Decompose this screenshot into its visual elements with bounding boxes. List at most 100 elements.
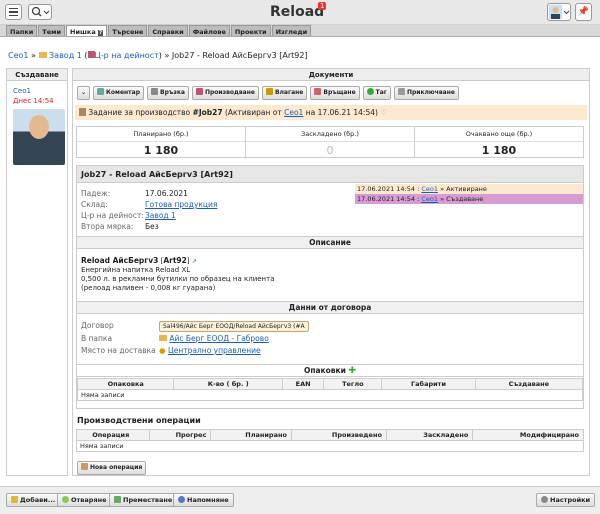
column-header: Тегло <box>323 378 383 390</box>
star-icon <box>11 496 18 503</box>
creator-panel: Създаване Ceo1 Днес 14:54 <box>6 68 68 476</box>
app-title: Reload <box>270 4 325 20</box>
contract-row: Договор Sal496/Айс Берг ЕООД/Reload АйсБе… <box>81 320 309 332</box>
breadcrumb-paren: ) <box>158 51 162 60</box>
contract-header: Данни от договора <box>77 301 583 314</box>
consume-icon <box>265 88 273 95</box>
user-menu-button[interactable] <box>547 3 571 21</box>
reminder-button[interactable]: Напомняне <box>173 493 234 507</box>
tab-projects[interactable]: Проекти <box>230 25 271 36</box>
tab-folders[interactable]: Папки <box>6 25 38 36</box>
task-icon <box>79 108 86 116</box>
toolbar-dropdown-button[interactable]: ⌄ <box>77 86 91 100</box>
contract-row: Място на доставка ● Централно управление <box>81 345 261 357</box>
prop-center-link[interactable]: Завод 1 <box>145 211 176 220</box>
notification-badge[interactable]: 1 <box>318 2 327 10</box>
breadcrumb-user[interactable]: Ceo1 <box>8 51 29 60</box>
column-header: Прогрес <box>148 429 212 441</box>
history-log: 17.06.2021 14:54 : Ceo1 » Активиране 17.… <box>355 184 583 204</box>
move-button[interactable]: Преместване <box>109 493 178 507</box>
stat-label: Заскладено (бр.) <box>246 127 414 142</box>
folder-icon <box>159 335 167 341</box>
contract-key: Договор <box>81 321 114 330</box>
location-pin-icon: ● <box>159 346 166 355</box>
log-user[interactable]: Ceo1 <box>421 195 438 203</box>
produce-button[interactable]: Производване <box>191 86 259 100</box>
close-job-button[interactable]: Приключване <box>393 86 459 100</box>
return-button[interactable]: Връщане <box>310 86 360 100</box>
tab-reports[interactable]: Справки <box>148 25 188 36</box>
close-job-label: Приключване <box>406 89 455 96</box>
product-line: 0,500 л. в рекламни бутилки по образец н… <box>81 275 275 283</box>
prop-row: Ц-р на дейност: Завод 1 <box>81 210 351 221</box>
return-label: Връщане <box>323 89 356 96</box>
breadcrumb-current: Job27 - Reload АйсБергv3 [Art92] <box>171 51 308 60</box>
stat-expected: Очаквано още (бр.) 1 180 <box>415 127 583 157</box>
comment-button[interactable]: Коментар <box>93 86 144 100</box>
breadcrumb: Ceo1 » Завод 1 (Ц-р на дейност) » Job27 … <box>8 51 308 60</box>
job-title: Job27 - Reload АйсБергv3 [Art92] <box>77 166 583 183</box>
contract-delivery-link[interactable]: Централно управление <box>168 346 261 355</box>
contract-folder-link[interactable]: Айс Берг ЕООД - Габрово <box>169 334 268 343</box>
add-button[interactable]: Добави... <box>6 493 61 507</box>
creator-user[interactable]: Ceo1 <box>7 81 67 95</box>
tab-thread[interactable]: Нишка ? <box>66 25 108 36</box>
contract-chip[interactable]: Sal496/Айс Берг ЕООД/Reload АйсБергv3 (#… <box>159 321 309 332</box>
column-header: EAN <box>282 378 325 390</box>
arrow-right-icon <box>114 496 121 503</box>
stat-label: Очаквано още (бр.) <box>415 127 583 142</box>
search-icon <box>31 6 50 17</box>
prop-value: 17.06.2021 <box>145 189 188 198</box>
factory-icon <box>87 51 95 58</box>
column-header: Модифицирано <box>472 429 584 441</box>
column-header: Заскладено <box>385 429 474 441</box>
creator-header: Създаване <box>7 69 67 81</box>
log-action: » Създаване <box>440 195 484 203</box>
search-button[interactable] <box>28 4 52 20</box>
open-button[interactable]: Отваряне <box>57 493 112 507</box>
pin-icon[interactable]: 📌 <box>575 3 592 21</box>
folder-icon <box>38 52 47 58</box>
packaging-header: Опаковки ✚ <box>77 364 583 377</box>
product-line: Енергийна напитка Reload XL <box>81 266 191 274</box>
breadcrumb-center[interactable]: Ц-р на дейност <box>95 51 159 60</box>
tag-button[interactable]: Таг <box>362 86 391 100</box>
task-bar: Задание за производство #Job27 (Активира… <box>75 105 587 120</box>
return-icon <box>314 88 322 95</box>
gear-icon <box>541 496 548 503</box>
breadcrumb-separator: » <box>164 51 170 60</box>
prop-key: Падеж: <box>81 189 111 198</box>
link-button[interactable]: Връзка <box>147 86 189 100</box>
task-user[interactable]: Ceo1 <box>284 108 303 117</box>
new-operation-button[interactable]: Нова операция <box>77 461 147 475</box>
tab-search[interactable]: Търсене <box>108 25 148 36</box>
stat-value: 0 <box>326 144 334 157</box>
stat-label: Планирано (бр.) <box>77 127 245 142</box>
menu-button[interactable] <box>5 4 22 20</box>
tab-topics[interactable]: Теми <box>38 25 66 36</box>
help-icon: ? <box>97 30 104 36</box>
log-user[interactable]: Ceo1 <box>421 185 438 193</box>
tab-thread-label: Нишка <box>70 28 96 36</box>
external-link-icon[interactable]: ↗ <box>192 258 197 265</box>
consume-button[interactable]: Влагане <box>261 86 308 100</box>
packaging-title: Опаковки <box>303 366 346 375</box>
prop-store-link[interactable]: Готова продукция <box>145 200 217 209</box>
add-label: Добави... <box>20 496 56 504</box>
no-records: Няма записи <box>77 389 583 401</box>
settings-button[interactable]: Настройки <box>536 493 596 507</box>
clock-icon <box>178 496 185 503</box>
column-header: К-во ( бр. ) <box>173 378 284 390</box>
add-icon[interactable]: ✚ <box>349 366 357 376</box>
breadcrumb-separator: » <box>31 51 36 60</box>
top-bar: Reload 1 📌 <box>0 0 600 25</box>
consume-label: Влагане <box>274 89 304 96</box>
quantity-stats: Планирано (бр.) 1 180 Заскладено (бр.) 0 О… <box>76 126 584 158</box>
product-name: Reload АйсБергv3 <box>81 256 159 265</box>
operations-title: Производствени операции <box>77 416 201 425</box>
table-row: Няма записи <box>77 389 583 401</box>
heart-icon[interactable]: ♡ <box>380 108 387 117</box>
tab-files[interactable]: Файлове <box>188 25 230 36</box>
tab-views[interactable]: Изгледи <box>271 25 312 36</box>
breadcrumb-folder[interactable]: Завод 1 <box>49 51 82 60</box>
